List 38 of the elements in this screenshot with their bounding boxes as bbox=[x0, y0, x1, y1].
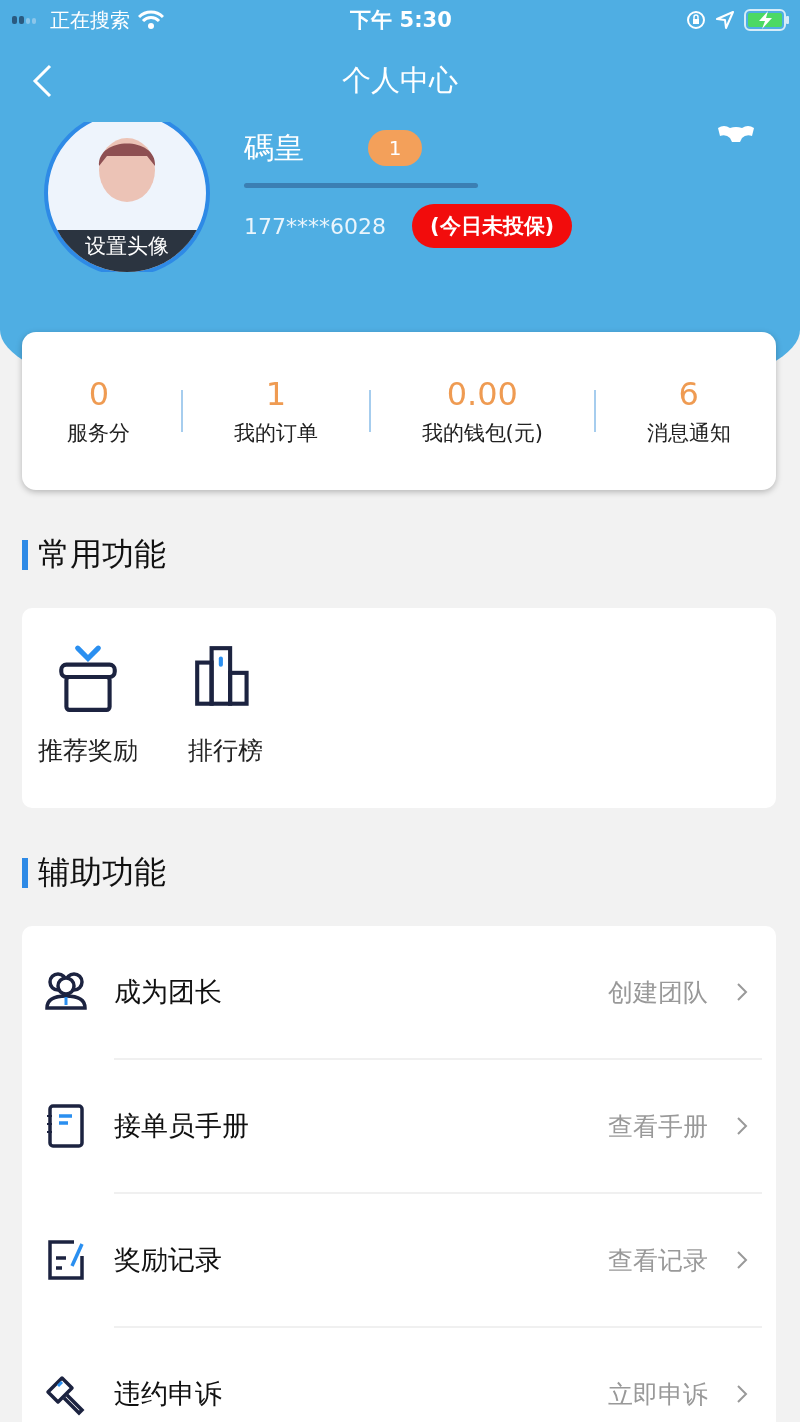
chevron-icon bbox=[736, 1250, 748, 1270]
location-arrow-icon bbox=[716, 11, 734, 29]
chevron-icon bbox=[736, 1384, 748, 1404]
menu-detail: 创建团队 bbox=[608, 976, 708, 1009]
level-badge: 1 bbox=[368, 130, 422, 166]
menu-row[interactable]: 成为团长 创建团队 bbox=[44, 926, 762, 1058]
battery-charging-icon bbox=[744, 9, 790, 31]
feature-label[interactable]: 推荐奖励 bbox=[38, 734, 138, 767]
insurance-status-tag: (今日未投保) bbox=[412, 204, 573, 248]
menu-label: 成为团长 bbox=[114, 975, 222, 1009]
avatar-button[interactable]: 设置头像 bbox=[44, 122, 210, 272]
menu-row[interactable]: 接单员手册 查看手册 bbox=[114, 1058, 762, 1192]
menu-row[interactable]: 奖励记录 查看记录 bbox=[114, 1192, 762, 1326]
menu-detail: 立即申诉 bbox=[608, 1378, 708, 1411]
feature-label[interactable]: 排行榜 bbox=[188, 734, 263, 767]
phone-number: 177****6028 bbox=[244, 213, 387, 239]
menu-detail: 查看记录 bbox=[608, 1244, 708, 1277]
stat-label[interactable]: 服务分 bbox=[67, 419, 131, 447]
menu-label: 违约申诉 bbox=[114, 1377, 222, 1411]
chevron-icon bbox=[736, 1116, 748, 1136]
page-title: 个人中心 bbox=[342, 62, 458, 99]
section-title: 常用功能 bbox=[38, 534, 166, 575]
section-marker bbox=[22, 858, 28, 888]
wifi-icon bbox=[138, 10, 164, 30]
menu-detail: 查看手册 bbox=[608, 1110, 708, 1143]
menu-row[interactable]: 违约申诉 立即申诉 bbox=[114, 1326, 762, 1422]
section-title: 辅助功能 bbox=[38, 852, 166, 893]
rotation-lock-icon bbox=[686, 10, 706, 30]
stat-label[interactable]: 我的钱包(元) bbox=[421, 419, 543, 447]
menu-label: 接单员手册 bbox=[114, 1109, 249, 1143]
menu-label: 奖励记录 bbox=[114, 1243, 222, 1277]
section-marker bbox=[22, 540, 28, 570]
user-name: 碼皇 bbox=[244, 128, 305, 167]
stat-label[interactable]: 消息通知 bbox=[646, 419, 731, 447]
chevron-icon bbox=[736, 982, 748, 1002]
status-time: 下午 5:30 bbox=[350, 7, 452, 34]
stat-label[interactable]: 我的订单 bbox=[234, 419, 318, 447]
carrier-text: 正在搜索 bbox=[50, 6, 130, 34]
